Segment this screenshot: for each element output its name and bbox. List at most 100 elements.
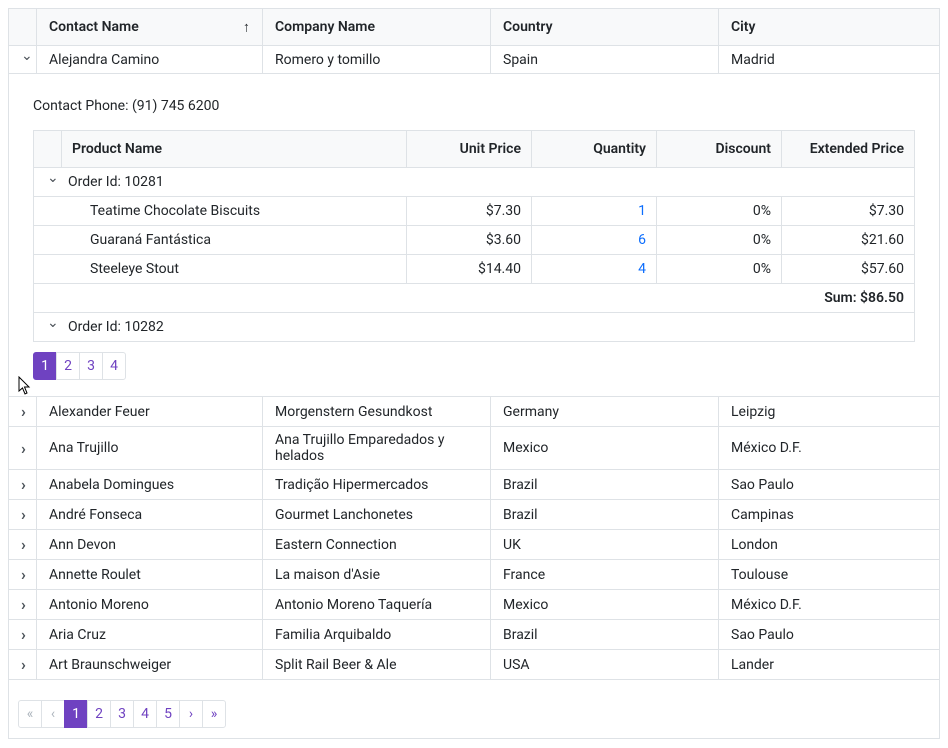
chevron-down-icon bbox=[47, 174, 59, 190]
table-row: Anabela DominguesTradição HipermercadosB… bbox=[9, 469, 939, 499]
inner-data-row: Steeleye Stout$14.4040%$57.60 bbox=[34, 254, 914, 283]
main-grid: Contact Name ↑ Company Name Country City… bbox=[8, 8, 940, 739]
table-row: Ann DevonEastern ConnectionUKLondon bbox=[9, 529, 939, 559]
pager-page-button[interactable]: 1 bbox=[64, 700, 88, 728]
inner-header-ext[interactable]: Extended Price bbox=[782, 131, 914, 167]
pager-last-button[interactable]: » bbox=[202, 700, 226, 728]
expand-cell[interactable] bbox=[9, 46, 37, 73]
header-company[interactable]: Company Name bbox=[263, 9, 491, 45]
cell-company: Romero y tomillo bbox=[263, 46, 491, 73]
expand-cell[interactable] bbox=[9, 397, 37, 426]
inner-header-product[interactable]: Product Name bbox=[62, 131, 407, 167]
cell-price: $14.40 bbox=[407, 255, 532, 283]
outer-pager-wrap: «‹12345›» bbox=[9, 679, 939, 738]
expand-cell[interactable] bbox=[9, 620, 37, 649]
expand-cell[interactable] bbox=[9, 427, 37, 469]
cell-company: Antonio Moreno Taquería bbox=[263, 590, 491, 619]
table-row: Annette RouletLa maison d'AsieFranceToul… bbox=[9, 559, 939, 589]
pager-prev-button: ‹ bbox=[41, 700, 65, 728]
cell-product: Teatime Chocolate Biscuits bbox=[62, 197, 407, 225]
table-row: Aria CruzFamilia ArquibaldoBrazilSao Pau… bbox=[9, 619, 939, 649]
cell-disc: 0% bbox=[657, 226, 782, 254]
cell-country: Spain bbox=[491, 46, 719, 73]
cell-ext: $21.60 bbox=[782, 226, 914, 254]
cell-contact: Alejandra Camino bbox=[37, 46, 263, 73]
chevron-right-icon bbox=[21, 655, 26, 674]
order-group-row[interactable]: Order Id: 10281 bbox=[34, 167, 914, 196]
expand-cell[interactable] bbox=[9, 530, 37, 559]
expand-cell[interactable] bbox=[9, 650, 37, 679]
cell-country: Mexico bbox=[491, 590, 719, 619]
pager-next-button[interactable]: › bbox=[179, 700, 203, 728]
table-row: Ana TrujilloAna Trujillo Emparedados y h… bbox=[9, 426, 939, 469]
header-contact[interactable]: Contact Name ↑ bbox=[37, 9, 263, 45]
table-row: André FonsecaGourmet LanchonetesBrazilCa… bbox=[9, 499, 939, 529]
header-city[interactable]: City bbox=[719, 9, 939, 45]
inner-header-expand bbox=[34, 131, 62, 167]
order-group-label: Order Id: 10282 bbox=[62, 319, 164, 335]
inner-header-disc[interactable]: Discount bbox=[657, 131, 782, 167]
cell-country: Brazil bbox=[491, 500, 719, 529]
cell-qty: 1 bbox=[532, 197, 657, 225]
pager-first-button: « bbox=[18, 700, 42, 728]
pager-page-button[interactable]: 4 bbox=[102, 352, 126, 380]
chevron-right-icon bbox=[21, 439, 26, 458]
order-group-row[interactable]: Order Id: 10282 bbox=[34, 312, 914, 341]
pager-page-button[interactable]: 2 bbox=[87, 700, 111, 728]
cell-price: $7.30 bbox=[407, 197, 532, 225]
cell-city: Campinas bbox=[719, 500, 939, 529]
group-expand-cell[interactable] bbox=[34, 174, 62, 190]
chevron-right-icon bbox=[21, 402, 26, 421]
cell-city: London bbox=[719, 530, 939, 559]
table-row: Alexander FeuerMorgenstern GesundkostGer… bbox=[9, 396, 939, 426]
indent-cell bbox=[34, 197, 62, 225]
pager-page-button[interactable]: 3 bbox=[79, 352, 103, 380]
pager-page-button[interactable]: 1 bbox=[33, 352, 57, 380]
cell-country: Germany bbox=[491, 397, 719, 426]
inner-data-row: Teatime Chocolate Biscuits$7.3010%$7.30 bbox=[34, 196, 914, 225]
cell-contact: Alexander Feuer bbox=[37, 397, 263, 426]
cell-city: México D.F. bbox=[719, 590, 939, 619]
cell-country: USA bbox=[491, 650, 719, 679]
cell-contact: Aria Cruz bbox=[37, 620, 263, 649]
chevron-down-icon bbox=[21, 52, 33, 68]
cell-price: $3.60 bbox=[407, 226, 532, 254]
inner-grid: Product Name Unit Price Quantity Discoun… bbox=[33, 130, 915, 342]
inner-data-row: Guaraná Fantástica$3.6060%$21.60 bbox=[34, 225, 914, 254]
pager-page-button[interactable]: 4 bbox=[133, 700, 157, 728]
inner-header-price[interactable]: Unit Price bbox=[407, 131, 532, 167]
cell-company: Ana Trujillo Emparedados y helados bbox=[263, 427, 491, 469]
expand-cell[interactable] bbox=[9, 470, 37, 499]
cell-company: Tradição Hipermercados bbox=[263, 470, 491, 499]
pager-page-button[interactable]: 2 bbox=[56, 352, 80, 380]
header-country[interactable]: Country bbox=[491, 9, 719, 45]
expand-cell[interactable] bbox=[9, 500, 37, 529]
cell-contact: Ann Devon bbox=[37, 530, 263, 559]
cell-city: Madrid bbox=[719, 46, 939, 73]
order-group-label: Order Id: 10281 bbox=[62, 174, 164, 190]
sum-label: Sum: $86.50 bbox=[824, 290, 904, 306]
grid-header: Contact Name ↑ Company Name Country City bbox=[9, 8, 939, 45]
cell-contact: Antonio Moreno bbox=[37, 590, 263, 619]
expand-cell[interactable] bbox=[9, 560, 37, 589]
group-expand-cell[interactable] bbox=[34, 319, 62, 335]
pager-page-button[interactable]: 5 bbox=[156, 700, 180, 728]
cell-company: Split Rail Beer & Ale bbox=[263, 650, 491, 679]
detail-panel: Contact Phone: (91) 745 6200 Product Nam… bbox=[9, 73, 939, 396]
outer-pager: «‹12345›» bbox=[18, 700, 930, 728]
cell-country: France bbox=[491, 560, 719, 589]
cell-city: México D.F. bbox=[719, 427, 939, 469]
cell-country: Mexico bbox=[491, 427, 719, 469]
cell-country: Brazil bbox=[491, 620, 719, 649]
chevron-right-icon bbox=[21, 505, 26, 524]
cell-contact: Annette Roulet bbox=[37, 560, 263, 589]
cell-city: Sao Paulo bbox=[719, 470, 939, 499]
chevron-right-icon bbox=[21, 535, 26, 554]
sum-row: Sum: $86.50 bbox=[34, 283, 914, 312]
pager-page-button[interactable]: 3 bbox=[110, 700, 134, 728]
cell-product: Guaraná Fantástica bbox=[62, 226, 407, 254]
cell-city: Sao Paulo bbox=[719, 620, 939, 649]
inner-header-qty[interactable]: Quantity bbox=[532, 131, 657, 167]
cell-city: Leipzig bbox=[719, 397, 939, 426]
expand-cell[interactable] bbox=[9, 590, 37, 619]
